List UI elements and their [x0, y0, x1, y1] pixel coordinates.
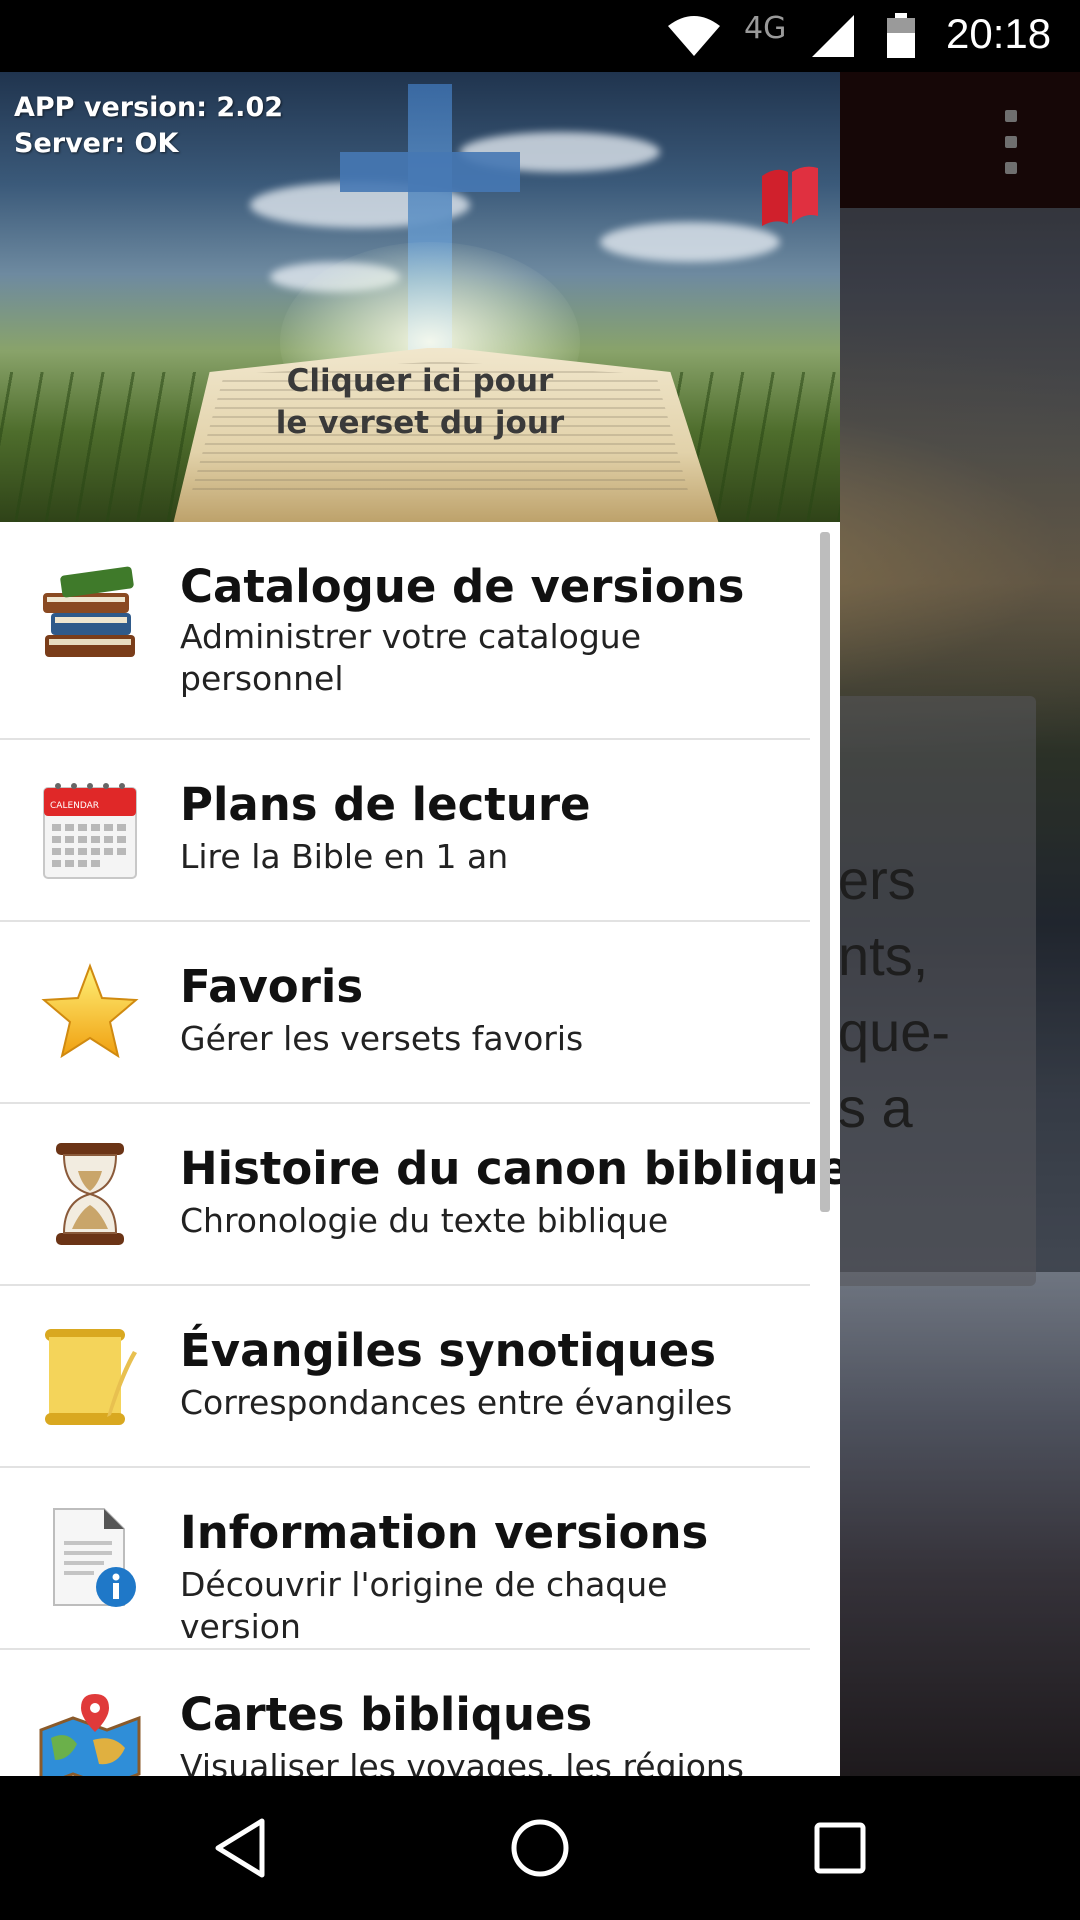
menu-item-evangiles[interactable]: Évangiles synotiques Correspondances ent… — [0, 1286, 810, 1468]
menu-item-histoire[interactable]: Histoire du canon biblique Chronologie d… — [0, 1104, 840, 1286]
wifi-icon — [666, 0, 730, 72]
back-icon[interactable] — [200, 1812, 280, 1884]
navigation-bar — [0, 1776, 1080, 1920]
app-version-label: APP version: 2.02 — [14, 92, 284, 123]
drawer-scrollbar[interactable] — [820, 532, 830, 1212]
menu-item-information[interactable]: Information versions Découvrir l'origine… — [0, 1468, 810, 1650]
clock: 20:18 — [946, 10, 1052, 57]
header-cross-arm — [340, 152, 520, 192]
menu-item-subtitle: Lire la Bible en 1 an — [180, 837, 509, 876]
menu-item-subtitle: Visualiser les voyages, les régions — [180, 1747, 744, 1776]
verse-link-line2: le verset du jour — [275, 405, 565, 441]
header-cloud — [600, 222, 780, 262]
calendar-icon: CALENDAR — [36, 776, 144, 884]
books-icon — [36, 562, 144, 670]
map-pin-icon — [36, 1686, 144, 1776]
verse-link-line1: Cliquer ici pour — [286, 363, 554, 399]
navigation-drawer: APP version: 2.02 Server: OK Cliquer ici… — [0, 72, 840, 1776]
menu-item-subtitle: Correspondances entre évangiles — [180, 1383, 733, 1422]
bookmark-book-icon[interactable] — [760, 162, 820, 228]
menu-item-favoris[interactable]: Favoris Gérer les versets favoris — [0, 922, 810, 1104]
menu-item-subtitle: Gérer les versets favoris — [180, 1019, 584, 1058]
menu-item-cartes[interactable]: Cartes bibliques Visualiser les voyages,… — [0, 1650, 810, 1776]
menu-item-plans[interactable]: CALENDAR Plans de lecture Lire la Bible … — [0, 740, 810, 922]
menu-item-title: Information versions — [180, 1506, 709, 1559]
drawer-header[interactable]: APP version: 2.02 Server: OK Cliquer ici… — [0, 72, 840, 522]
server-status-label: Server: OK — [14, 128, 179, 159]
menu-item-subtitle: Découvrir l'origine de chaque version — [180, 1565, 668, 1646]
hourglass-icon — [36, 1140, 144, 1248]
menu-item-title: Favoris — [180, 960, 364, 1013]
scroll-icon — [36, 1322, 144, 1430]
menu-item-subtitle: Administrer votre catalogue personnel — [180, 617, 642, 698]
menu-item-subtitle: Chronologie du texte biblique — [180, 1201, 669, 1240]
battery-icon — [886, 0, 920, 72]
menu-item-title: Cartes bibliques — [180, 1688, 593, 1741]
app-info: APP version: 2.02 Server: OK — [14, 90, 283, 162]
menu-item-catalogue[interactable]: Catalogue de versions Administrer votre … — [0, 522, 810, 740]
network-type-label: 4G — [744, 10, 787, 46]
recents-icon[interactable] — [800, 1812, 880, 1884]
menu-item-title: Histoire du canon biblique — [180, 1142, 840, 1195]
star-icon — [36, 958, 144, 1066]
cell-signal-icon — [810, 0, 860, 72]
menu-item-title: Catalogue de versions — [180, 560, 745, 613]
menu-item-title: Évangiles synotiques — [180, 1324, 717, 1377]
home-icon[interactable] — [500, 1812, 580, 1884]
calendar-label: CALENDAR — [50, 801, 99, 811]
status-bar: 4G 20:18 — [0, 0, 1080, 72]
document-info-icon — [36, 1504, 144, 1612]
menu-item-title: Plans de lecture — [180, 778, 591, 831]
drawer-menu: Catalogue de versions Administrer votre … — [0, 522, 840, 1776]
verse-of-day-link[interactable]: Cliquer ici pour le verset du jour — [270, 360, 570, 444]
